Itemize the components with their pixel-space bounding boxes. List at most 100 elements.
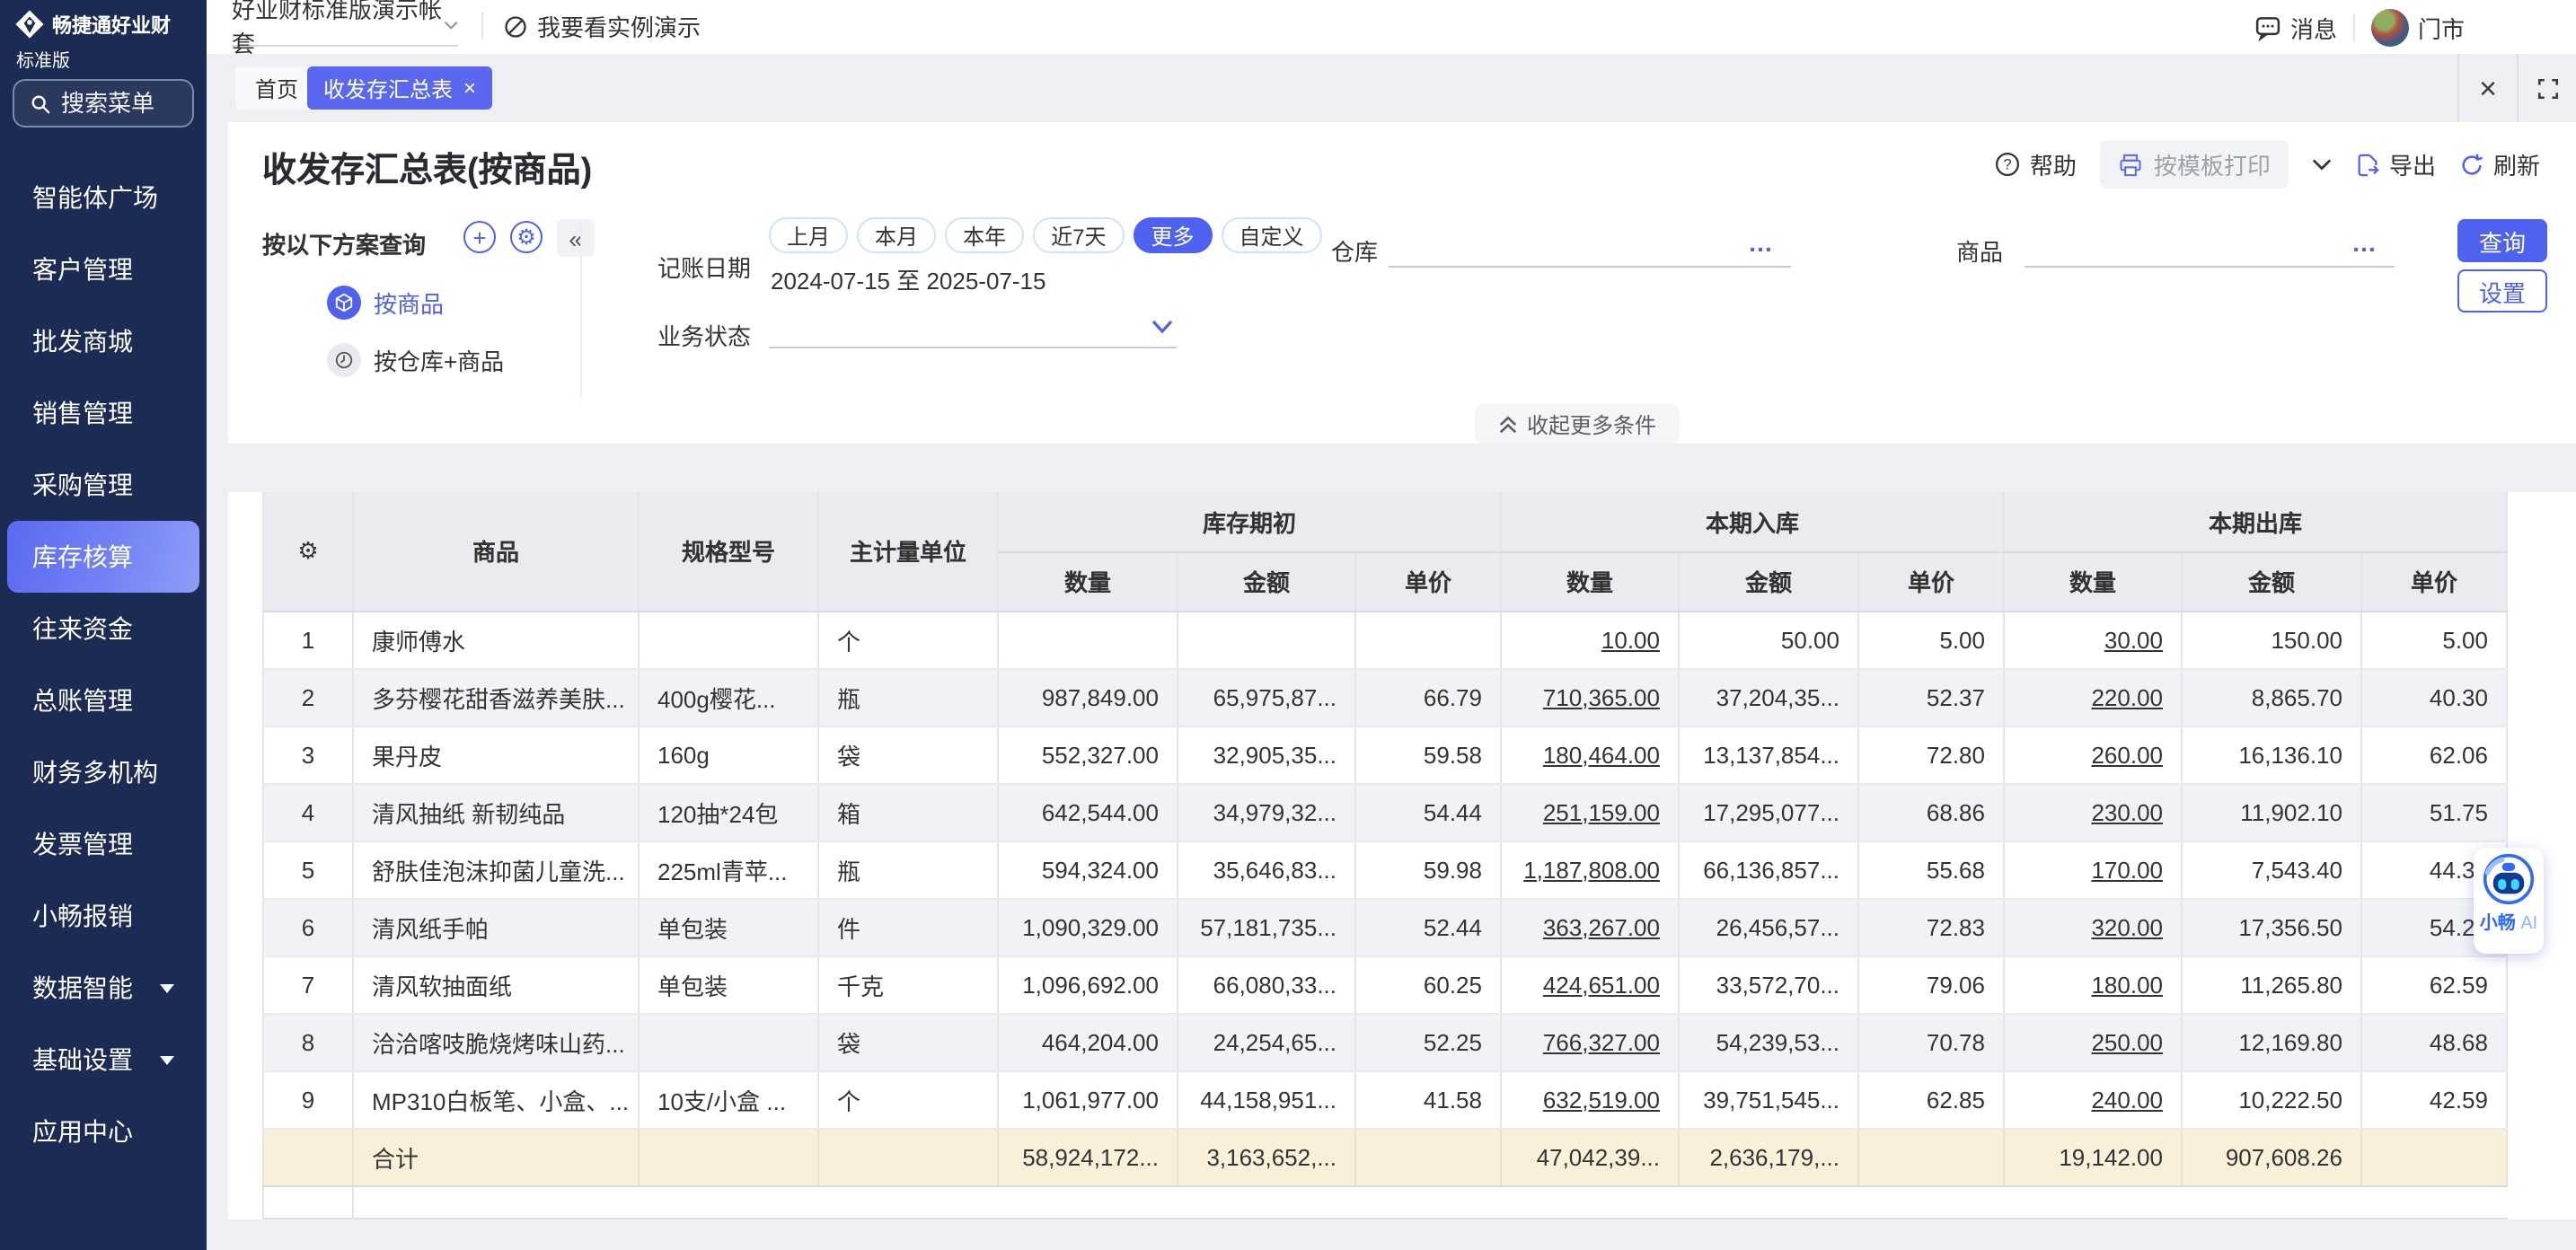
date-chip-上月[interactable]: 上月 [769,217,848,253]
empty-cell [2361,1185,2507,1218]
scheme-item-按商品[interactable]: 按商品 [327,286,444,320]
drill-link-out_qty[interactable]: 240.00 [2091,1086,2163,1113]
collapse-scheme-panel-button[interactable]: « [557,219,595,257]
drill-link-in_qty[interactable]: 251,159.00 [1543,798,1660,825]
app-root: 畅捷通好业财 标准版 智能体广场客户管理批发商城销售管理采购管理库存核算往来资金… [0,0,2576,1250]
sidebar-item-库存核算[interactable]: 库存核算 [7,521,199,593]
sidebar-item-应用中心[interactable]: 应用中心 [7,1096,199,1167]
product-picker-button[interactable]: … [2351,228,2378,257]
message-icon [2254,13,2281,40]
drill-link-out_qty[interactable]: 220.00 [2091,683,2163,710]
drill-link-in_qty[interactable]: 1,187,808.00 [1523,856,1660,883]
user-name: 门市 [2418,10,2465,44]
cell-no: 7 [263,955,353,1013]
cell-product: 清风软抽面纸 [353,955,639,1013]
sidebar-item-批发商城[interactable]: 批发商城 [7,305,199,377]
help-button[interactable]: ? 帮助 [1994,147,2077,181]
date-chip-自定义[interactable]: 自定义 [1222,217,1322,253]
date-range-value[interactable]: 2024-07-15 至 2025-07-15 [771,262,1045,296]
date-chip-近7天[interactable]: 近7天 [1033,217,1124,253]
drill-link-out_qty[interactable]: 250.00 [2091,1028,2163,1055]
sidebar-item-客户管理[interactable]: 客户管理 [7,233,199,305]
sidebar-item-往来资金[interactable]: 往来资金 [7,593,199,665]
date-chip-本月[interactable]: 本月 [857,217,936,253]
query-button[interactable]: 查询 [2457,219,2547,262]
cell-open_qty: 987,849.00 [998,668,1178,726]
drill-link-out_qty[interactable]: 180.00 [2091,971,2163,998]
drill-link-in_qty[interactable]: 363,267.00 [1543,913,1660,940]
drill-link-in_qty[interactable]: 710,365.00 [1543,683,1660,710]
topbar-divider [481,13,483,40]
drill-link-in_qty[interactable]: 424,651.00 [1543,971,1660,998]
cell-open_qty: 594,324.00 [998,841,1178,898]
column-settings-button[interactable]: ⚙ [263,492,353,611]
settings-button[interactable]: 设置 [2457,269,2547,312]
sidebar-item-小畅报销[interactable]: 小畅报销 [7,880,199,952]
date-chip-本年[interactable]: 本年 [945,217,1024,253]
drill-link-out_qty[interactable]: 30.00 [2104,626,2163,653]
cell-out_price: 40.30 [2361,668,2507,726]
cell-out_qty: 260.00 [2004,726,2182,783]
drill-link-out_qty[interactable]: 170.00 [2091,856,2163,883]
cell-in_price: 72.83 [1858,898,2004,955]
fullscreen-button[interactable] [2517,54,2576,122]
drill-link-in_qty[interactable]: 632,519.00 [1543,1086,1660,1113]
sidebar-item-label: 发票管理 [32,826,133,862]
date-chip-更多[interactable]: 更多 [1133,217,1212,253]
sidebar-item-基础设置[interactable]: 基础设置 [7,1024,199,1096]
drill-link-out_qty[interactable]: 260.00 [2091,741,2163,768]
add-scheme-button[interactable]: + [463,221,496,253]
sidebar-item-采购管理[interactable]: 采购管理 [7,449,199,521]
account-selector[interactable]: 好业财标准版演示帐套 [232,5,458,47]
sidebar-item-财务多机构[interactable]: 财务多机构 [7,736,199,808]
scheme-item-按仓库+商品[interactable]: 按仓库+商品 [327,343,504,377]
empty-cell [2004,1185,2182,1218]
tab-home[interactable]: 首页 [235,66,318,110]
cell-open_amt: 35,646,83... [1178,841,1355,898]
drill-link-out_qty[interactable]: 320.00 [2091,913,2163,940]
cell-out_qty: 220.00 [2004,668,2182,726]
menu-search-box[interactable] [13,79,194,128]
export-button[interactable]: 导出 [2355,147,2436,181]
print-by-template-button[interactable]: 按模板打印 [2100,140,2289,189]
close-page-button[interactable]: × [2457,54,2517,122]
messages-button[interactable]: 消息 [2254,10,2337,44]
brand-logo-icon [14,9,45,40]
business-status-select[interactable] [769,314,1177,348]
cell-open_qty: 464,204.00 [998,1013,1178,1070]
cell-open_price [1355,611,1501,668]
cell-open_amt: 32,905,35... [1178,726,1355,783]
sidebar-item-智能体广场[interactable]: 智能体广场 [7,162,199,233]
collapse-more-filters-button[interactable]: 收起更多条件 [1475,404,1680,444]
sidebar-item-发票管理[interactable]: 发票管理 [7,808,199,880]
warehouse-field[interactable] [1389,232,1791,268]
tab-summary-report[interactable]: 收发存汇总表 × [307,66,492,110]
cell-in_price: 79.06 [1858,955,2004,1013]
product-field[interactable] [2025,232,2395,268]
sidebar-item-数据智能[interactable]: 数据智能 [7,952,199,1024]
drill-link-out_qty[interactable]: 230.00 [2091,798,2163,825]
warehouse-picker-button[interactable]: … [1748,228,1775,257]
table-row: 2多芬樱花甜香滋养美肤...400g樱花...瓶987,849.0065,975… [263,668,2507,726]
scheme-settings-button[interactable]: ⚙ [510,221,543,253]
cell-in_amt: 17,295,077... [1679,783,1858,841]
cell-open_qty: 642,544.00 [998,783,1178,841]
cell-out_qty: 180.00 [2004,955,2182,1013]
cell-open_qty: 1,090,329.00 [998,898,1178,955]
sub-header-本期出库-数量: 数量 [2004,551,2182,611]
user-menu[interactable]: 门市 [2371,8,2465,46]
menu-search-input[interactable] [61,90,176,117]
sidebar-item-总账管理[interactable]: 总账管理 [7,665,199,736]
total-cell-in_price [1858,1128,2004,1185]
ai-assistant-button[interactable]: 小畅 AI [2474,848,2544,954]
print-options-button[interactable] [2312,158,2332,171]
drill-link-in_qty[interactable]: 180,464.00 [1543,741,1660,768]
cell-spec [639,611,818,668]
drill-link-in_qty[interactable]: 766,327.00 [1543,1028,1660,1055]
sidebar-item-销售管理[interactable]: 销售管理 [7,377,199,449]
demo-link[interactable]: 我要看实例演示 [503,9,701,43]
tab-close-icon[interactable]: × [463,77,476,99]
cell-in_price: 55.68 [1858,841,2004,898]
drill-link-in_qty[interactable]: 10.00 [1601,626,1660,653]
refresh-button[interactable]: 刷新 [2459,147,2540,181]
